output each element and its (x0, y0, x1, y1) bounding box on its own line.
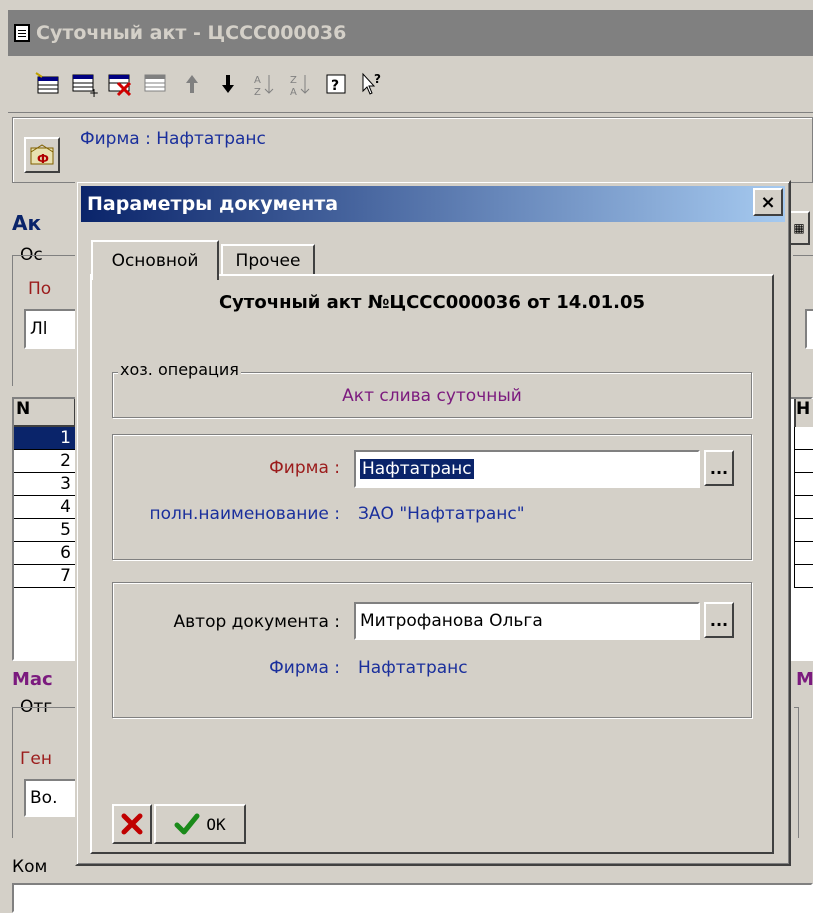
author-label: Автор документа : (173, 612, 340, 632)
tab-panel: Суточный акт №ЦССС000036 от 14.01.05 хоз… (90, 274, 774, 854)
svg-text:?: ? (374, 72, 381, 86)
firm-select-button[interactable]: Ф (24, 137, 60, 173)
window-titlebar: Суточный акт - ЦССС000036 (8, 10, 813, 56)
document-parameters-dialog: Параметры документа × Основной Прочее Су… (75, 180, 791, 866)
firm-line: Фирма : Нафтатранс (80, 129, 266, 149)
firm-label: Фирма : (269, 458, 340, 478)
document-heading: Суточный акт №ЦССС000036 от 14.01.05 (218, 292, 646, 313)
table-rows: 1234567 (14, 427, 76, 588)
firm-header-panel (12, 117, 813, 183)
close-icon: × (760, 191, 776, 213)
sort-desc-icon[interactable]: ZA (282, 66, 318, 102)
table-row-cell-right[interactable] (794, 473, 813, 496)
cancel-button[interactable] (112, 804, 152, 844)
whats-this-icon[interactable]: ? (354, 66, 390, 102)
document-icon (14, 24, 30, 42)
author-firm-label: Фирма : (269, 658, 340, 678)
arrow-up-icon[interactable] (174, 66, 210, 102)
table-row-cell-right[interactable] (794, 565, 813, 588)
window-title: Суточный акт - ЦССС000036 (36, 22, 347, 44)
arrow-down-icon[interactable] (210, 66, 246, 102)
author-field[interactable]: Митрофанова Ольга (354, 602, 700, 640)
author-firm-value: Нафтатранс (358, 658, 468, 678)
table-row-number[interactable]: 7 (14, 565, 76, 588)
help-icon[interactable]: ? (318, 66, 354, 102)
svg-text:A: A (254, 75, 261, 86)
table-row-number[interactable]: 3 (14, 473, 76, 496)
table-row-cell-right[interactable] (794, 496, 813, 519)
table-row-number[interactable]: 1 (14, 427, 76, 450)
copy-row-icon[interactable] (138, 66, 174, 102)
table-row-cell-right[interactable] (794, 450, 813, 473)
field-label: По (28, 279, 52, 299)
table-header-n: N (14, 399, 76, 427)
table-row-number[interactable]: 5 (14, 519, 76, 542)
insert-row-icon[interactable]: + (66, 66, 102, 102)
comment-input[interactable] (12, 883, 813, 913)
mass-label: Мас (12, 669, 53, 690)
act-label: Ак (12, 211, 42, 235)
table-rows-right (794, 427, 813, 588)
table-row-number[interactable]: 2 (14, 450, 76, 473)
gen-label: Ген (20, 749, 52, 769)
full-name-value: ЗАО "Нафтатранс" (358, 504, 525, 524)
otp-group-box (12, 707, 83, 838)
firm-icon: Ф (30, 144, 54, 166)
firm-field[interactable]: Нафтатранс (354, 450, 700, 488)
svg-text:Z: Z (290, 75, 297, 86)
svg-text:Ф: Ф (37, 152, 49, 166)
right-field[interactable] (805, 309, 813, 349)
operation-group-label: хоз. операция (118, 360, 241, 379)
close-button[interactable]: × (753, 188, 783, 216)
svg-text:+: + (89, 86, 98, 97)
operation-value: Акт слива суточный (342, 386, 522, 406)
sort-asc-icon[interactable]: AZ (246, 66, 282, 102)
check-icon (174, 813, 200, 835)
comment-label: Ком (12, 857, 48, 877)
table-row-cell-right[interactable] (794, 542, 813, 565)
toolbar: + AZ ZA ? ? (8, 56, 813, 112)
ok-button[interactable]: OK (154, 804, 246, 844)
mass-label-right: М (796, 669, 813, 690)
calendar-button[interactable]: ▦ (788, 211, 810, 245)
dialog-titlebar: Параметры документа (81, 186, 785, 222)
firm-select-ellipsis-button[interactable]: ... (704, 450, 734, 486)
dialog-title: Параметры документа (87, 193, 339, 215)
delete-row-icon[interactable] (102, 66, 138, 102)
table-row-cell-right[interactable] (794, 519, 813, 542)
tab-other[interactable]: Прочее (221, 244, 315, 276)
new-row-icon[interactable] (30, 66, 66, 102)
author-select-ellipsis-button[interactable]: ... (704, 602, 734, 638)
full-name-label: полн.наименование : (149, 504, 340, 524)
otp-right-box (794, 707, 799, 838)
svg-text:Z: Z (254, 87, 261, 97)
table-header-right: Н (794, 399, 813, 427)
table-row-number[interactable]: 6 (14, 542, 76, 565)
table-row-cell-right[interactable] (794, 427, 813, 450)
svg-text:?: ? (331, 78, 339, 94)
svg-text:A: A (290, 87, 297, 97)
table-row-number[interactable]: 4 (14, 496, 76, 519)
cancel-x-icon (121, 813, 143, 835)
tab-main[interactable]: Основной (91, 240, 219, 280)
